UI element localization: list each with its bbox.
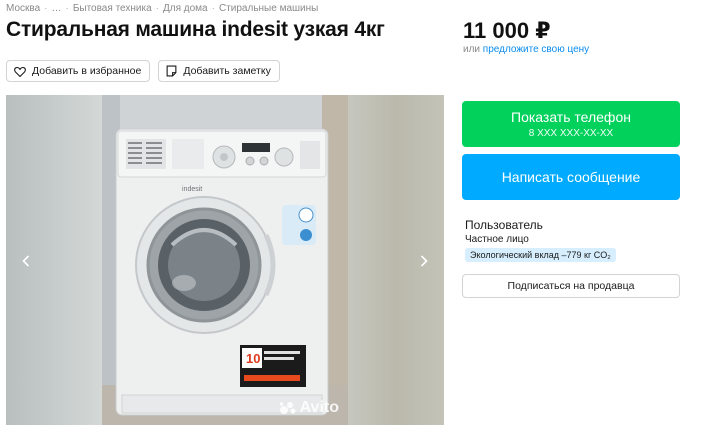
listing-photo[interactable]: indesit 10 (102, 95, 348, 425)
breadcrumb-item-appliances[interactable]: Бытовая техника (73, 3, 152, 14)
breadcrumb: Москва ·… · Бытовая техника · Для дома · Стирал… (6, 3, 318, 14)
watermark-text: Avito (299, 399, 339, 416)
gallery-prev-button[interactable] (18, 250, 34, 272)
add-note-button[interactable]: Добавить заметку (158, 60, 280, 82)
breadcrumb-item-home[interactable]: Для дома (163, 3, 208, 14)
breadcrumb-item-city[interactable]: Москва (6, 3, 40, 14)
subscribe-seller-label: Подписаться на продавца (507, 280, 635, 292)
breadcrumb-separator: · (44, 3, 48, 14)
chevron-left-icon (22, 255, 30, 267)
add-to-favorites-label: Добавить в избранное (32, 65, 142, 77)
gallery-next-button[interactable] (416, 250, 432, 272)
price: 11 000 ₽ (463, 18, 551, 43)
photo-gallery[interactable]: indesit 10 Avito (6, 95, 444, 425)
breadcrumb-separator: · (65, 3, 69, 14)
listing-actions: Добавить в избранное Добавить заметку (6, 60, 280, 82)
seller-type: Частное лицо (465, 234, 529, 245)
offer-prefix: или (463, 44, 481, 55)
chevron-right-icon (420, 255, 428, 267)
note-icon (166, 65, 177, 77)
heart-icon (14, 66, 26, 77)
price-offer: или предложите свою цену (463, 44, 589, 55)
write-message-label: Написать сообщение (501, 169, 641, 185)
breadcrumb-item-ellipsis[interactable]: … (51, 3, 61, 14)
subscribe-seller-button[interactable]: Подписаться на продавца (462, 274, 680, 298)
svg-text:10: 10 (246, 351, 260, 366)
write-message-button[interactable]: Написать сообщение (462, 154, 680, 200)
breadcrumb-item-washing-machines[interactable]: Стиральные машины (219, 3, 318, 14)
seller-name[interactable]: Пользователь (465, 218, 543, 232)
masked-phone-number: 8 XXX XXX-XX-XX (528, 128, 614, 139)
avito-logo-icon (279, 402, 296, 414)
add-to-favorites-button[interactable]: Добавить в избранное (6, 60, 151, 82)
show-phone-label: Показать телефон (511, 109, 631, 125)
show-phone-button[interactable]: Показать телефон 8 XXX XXX-XX-XX (462, 101, 680, 147)
eco-contribution-badge[interactable]: Экологический вклад –779 кг CO₂ (465, 248, 616, 262)
breadcrumb-separator: · (211, 3, 215, 14)
breadcrumb-separator: · (155, 3, 159, 14)
svg-text:indesit: indesit (182, 186, 202, 193)
suggest-price-link[interactable]: предложите свою цену (483, 44, 589, 55)
washing-machine-image: indesit 10 (102, 95, 348, 425)
page-title: Стиральная машина indesit узкая 4кг (6, 18, 385, 41)
avito-watermark: Avito (279, 399, 339, 417)
add-note-label: Добавить заметку (183, 65, 271, 77)
